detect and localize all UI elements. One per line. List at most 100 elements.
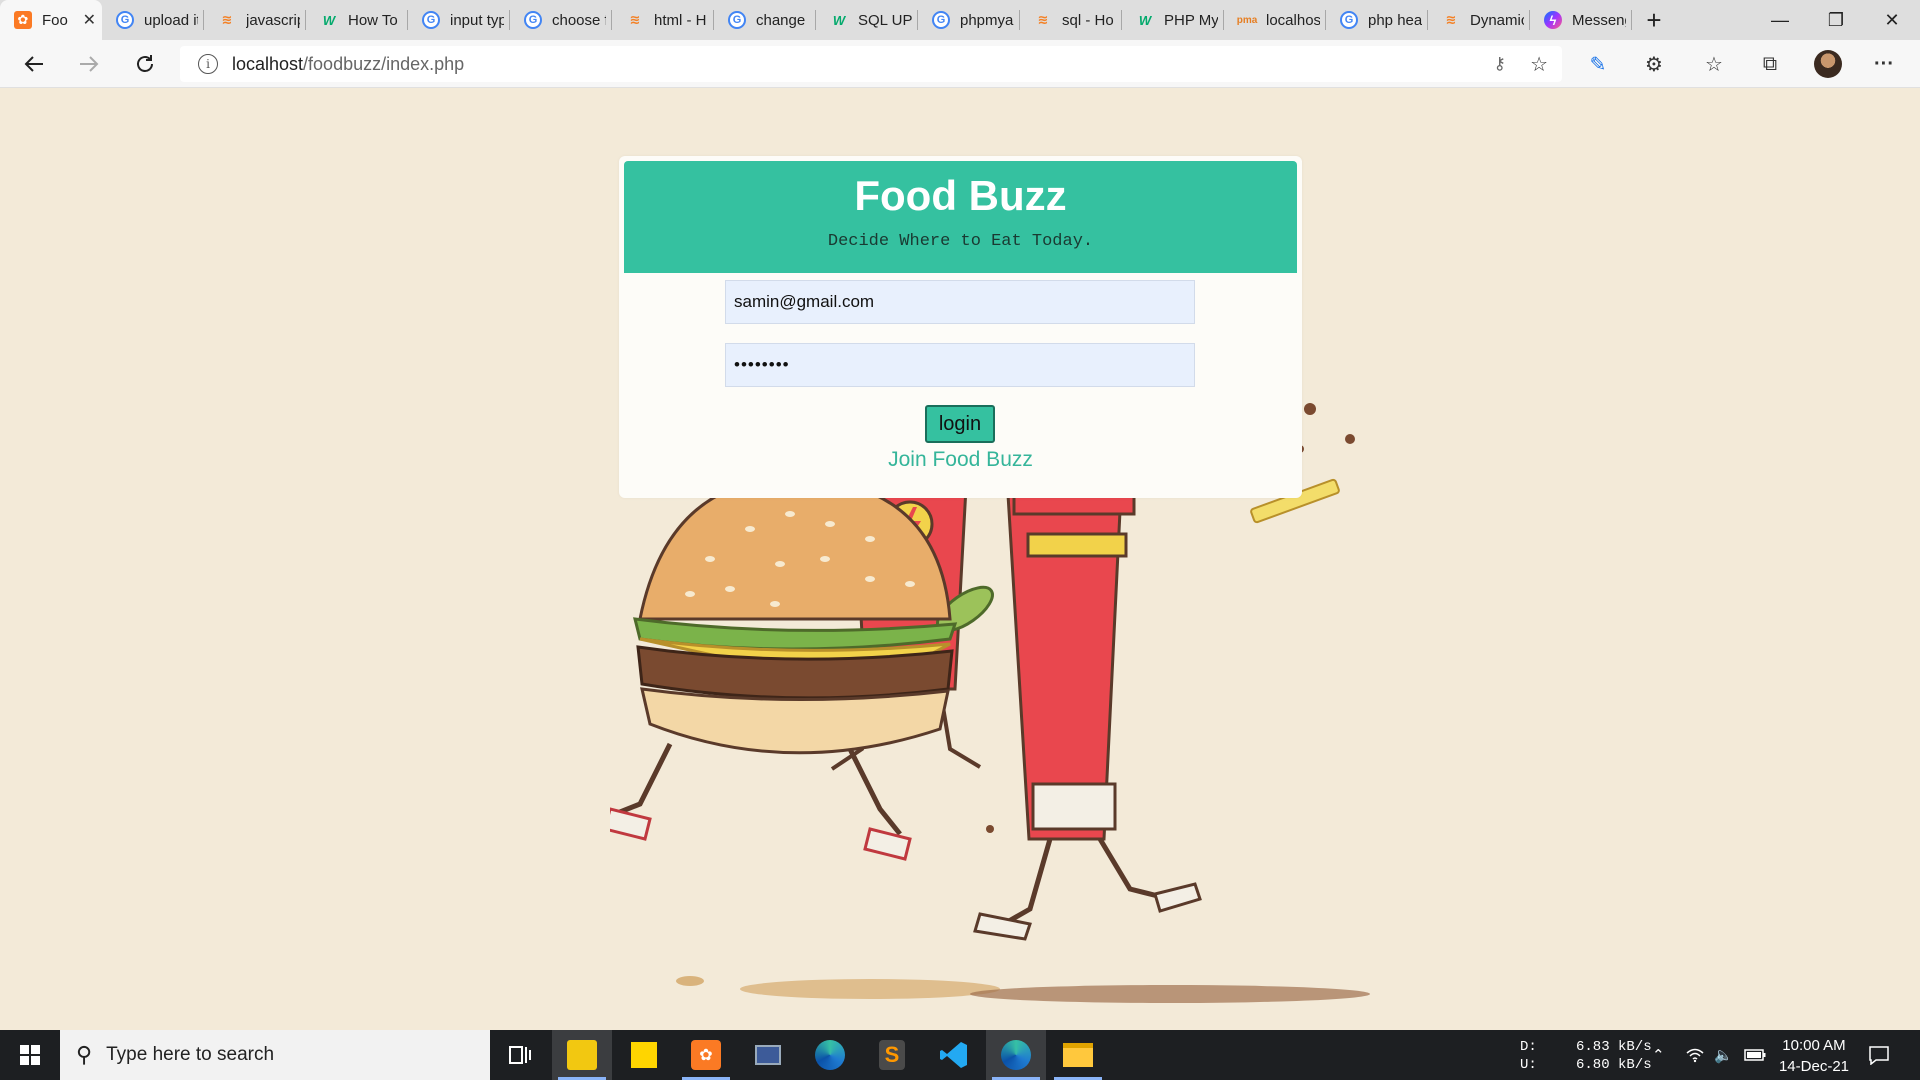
window-controls: — ❐ ✕ [1752,0,1920,40]
upload-label: U: [1520,1057,1537,1073]
page-subtitle: Decide Where to Eat Today. [827,232,1094,251]
net-speed-labels: D: U: [1520,1038,1537,1074]
wifi-icon[interactable] [1686,1030,1704,1080]
favorites-icon[interactable]: ☆ [1696,48,1732,80]
search-icon: ⚲ [76,1042,93,1067]
phpmyadmin-icon: pma [1236,14,1258,26]
collections-icon[interactable]: ⧉ [1752,48,1788,80]
login-button[interactable]: login [925,405,995,443]
clock-date: 14-Dec-21 [1778,1058,1850,1075]
sublime-text-icon[interactable]: S [862,1030,922,1080]
restore-icon[interactable]: ❐ [1808,0,1864,40]
tab-label: SQL UPD [858,11,912,29]
tab-messenger[interactable]: ϟ Messeng [1530,0,1632,40]
password-field[interactable] [725,343,1195,387]
net-speed-values: 6.83 kB/s 6.80 kB/s [1576,1038,1652,1074]
tab-upload[interactable]: Gupload it [102,0,204,40]
download-label: D: [1520,1039,1537,1055]
stackoverflow-icon: ≋ [629,12,641,27]
messenger-icon: ϟ [1544,11,1562,29]
tab-javascript[interactable]: ≋ javascrip [204,0,306,40]
tab-label: Dynamic [1470,11,1524,29]
tab-localhost[interactable]: pma localhos [1224,0,1326,40]
tab-sql-how[interactable]: ≋ sql - Ho [1020,0,1122,40]
site-info-icon[interactable]: i [198,54,218,74]
tab-input-type[interactable]: Ginput typ [408,0,510,40]
google-icon: G [1340,11,1358,29]
refresh-icon[interactable] [128,48,162,80]
tab-phpmyadmin[interactable]: Gphpmya [918,0,1020,40]
tab-php-mysql[interactable]: W PHP My [1122,0,1224,40]
show-hidden-icons[interactable]: ⌃ [1652,1030,1665,1080]
w3schools-icon: W [322,12,336,28]
key-icon[interactable]: ⚷ [1494,54,1506,74]
battery-icon[interactable] [1744,1030,1766,1080]
forward-icon[interactable] [72,48,106,80]
tab-strip: ✿ Foo ✕ Gupload it ≋ javascrip W How To Gi… [0,0,1920,40]
stackoverflow-icon: ≋ [1037,12,1049,27]
tab-label: change [756,11,806,29]
tab-choose-file[interactable]: Gchoose f [510,0,612,40]
taskbar: ⚲ Type here to search ✿ S D: U: 6.83 kB/… [0,1030,1920,1080]
url-path: /foodbuzz/index.php [303,53,465,74]
back-icon[interactable] [17,48,51,80]
upload-speed: 6.80 kB/s [1576,1057,1652,1073]
close-window-icon[interactable]: ✕ [1864,0,1920,40]
tab-php-header[interactable]: Gphp hea [1326,0,1428,40]
tab-label: Messeng [1572,11,1626,29]
page-content: Food Buzz Decide Where to Eat Today. log… [0,89,1920,1030]
google-icon: G [422,11,440,29]
taskbar-search[interactable]: ⚲ Type here to search [60,1030,490,1080]
tab-html[interactable]: ≋ html - H [612,0,714,40]
tab-sql-update[interactable]: W SQL UPD [816,0,918,40]
address-bar[interactable]: i localhost/foodbuzz/index.php ⚷ ☆ [180,46,1562,82]
tab-label: choose f [552,11,606,29]
add-favorite-icon[interactable]: ☆ [1530,52,1548,77]
new-tab-button[interactable]: + [1632,0,1676,40]
task-view-icon[interactable] [490,1030,550,1080]
tab-label: phpmya [960,11,1014,29]
navigation-bar: i localhost/foodbuzz/index.php ⚷ ☆ ✎ ⚙ ☆… [0,40,1920,88]
tab-foodbuzz[interactable]: ✿ Foo ✕ [0,0,102,40]
file-explorer-icon[interactable] [1048,1030,1108,1080]
extensions-icon[interactable]: ⚙ [1636,48,1672,80]
tab-how-to[interactable]: W How To [306,0,408,40]
pen-icon[interactable]: ✎ [1580,48,1616,80]
tab-label: localhos [1266,11,1320,29]
tab-change[interactable]: Gchange [714,0,816,40]
edge-dev-icon[interactable] [986,1030,1046,1080]
power-bi-icon[interactable] [552,1030,612,1080]
tab-label: javascrip [246,11,300,29]
more-menu-icon[interactable]: ··· [1866,48,1902,80]
vscode-icon[interactable] [924,1030,984,1080]
tab-label: upload it [144,11,198,29]
stackoverflow-icon: ≋ [1445,12,1457,27]
monitor-app-icon[interactable] [738,1030,798,1080]
tab-dynamic[interactable]: ≋ Dynamic [1428,0,1530,40]
minimize-icon[interactable]: — [1752,0,1808,40]
avatar[interactable] [1814,50,1842,78]
clock[interactable]: 10:00 AM 14-Dec-21 [1766,1035,1862,1077]
edge-icon[interactable] [800,1030,860,1080]
login-card: Food Buzz Decide Where to Eat Today. log… [619,156,1302,498]
xampp-app-icon[interactable]: ✿ [676,1030,736,1080]
clock-time: 10:00 AM [1782,1037,1846,1054]
email-field[interactable] [725,280,1195,324]
xampp-icon: ✿ [14,11,32,29]
card-header: Food Buzz Decide Where to Eat Today. [624,161,1297,273]
google-icon: G [728,11,746,29]
w3schools-icon: W [1138,12,1152,28]
notifications-icon[interactable] [1868,1030,1890,1080]
close-tab-icon[interactable]: ✕ [83,10,96,30]
w3schools-icon: W [832,12,846,28]
stackoverflow-icon: ≋ [221,12,233,27]
download-speed: 6.83 kB/s [1576,1039,1652,1055]
google-icon: G [932,11,950,29]
tab-label: sql - Ho [1062,11,1114,29]
volume-icon[interactable]: 🔈 [1714,1030,1733,1080]
join-food-buzz-link[interactable]: Join Food Buzz [619,448,1302,472]
sticky-notes-icon[interactable] [614,1030,674,1080]
google-icon: G [116,11,134,29]
page-title: Food Buzz [854,172,1067,219]
windows-start-icon[interactable] [0,1030,60,1080]
